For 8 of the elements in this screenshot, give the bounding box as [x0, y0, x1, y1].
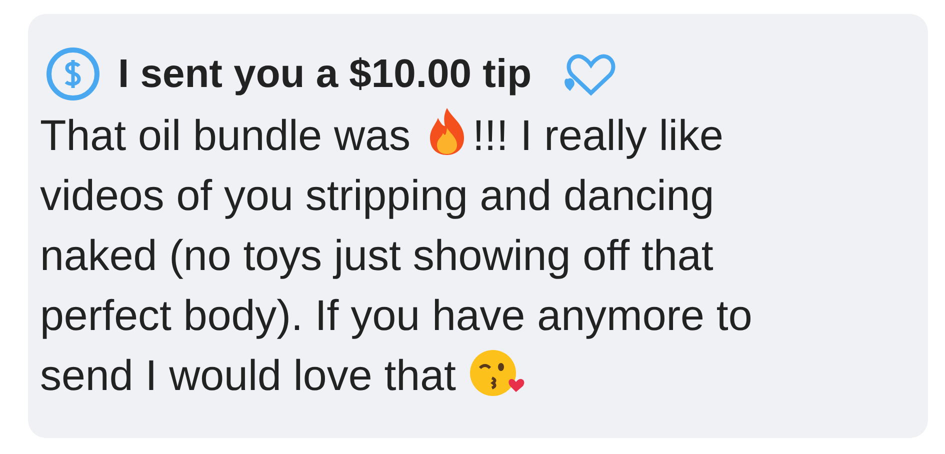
- message-text: !!! I really like: [472, 112, 724, 160]
- message-text: videos of you stripping and dancing: [40, 172, 714, 220]
- message-text: That oil bundle was: [40, 112, 412, 160]
- message-text: send I would love that: [40, 352, 457, 400]
- dollar-icon: [46, 47, 100, 101]
- message-text: naked (no toys just showing off that: [40, 232, 714, 280]
- tip-title: I sent you a $10.00 tip: [118, 51, 532, 98]
- message-text: perfect body). If you have anymore to: [40, 292, 752, 340]
